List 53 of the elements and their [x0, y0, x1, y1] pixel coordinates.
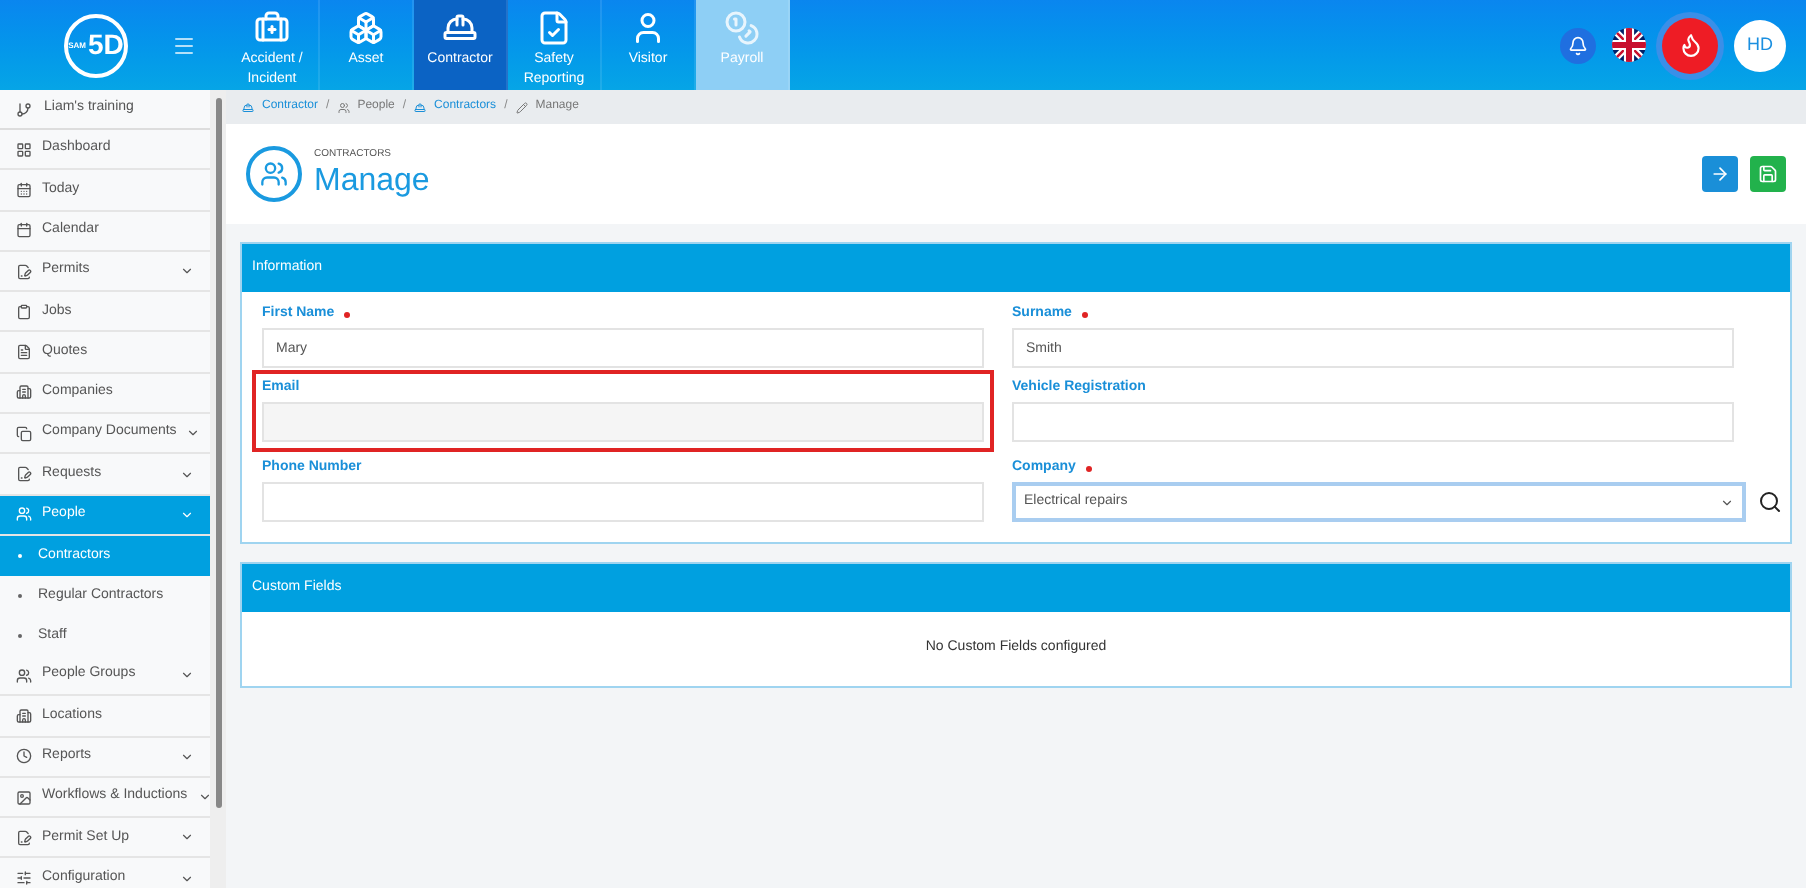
document-icon — [16, 263, 32, 280]
input-field[interactable] — [262, 482, 984, 522]
person-icon — [630, 10, 666, 46]
input-field[interactable] — [1012, 402, 1734, 442]
chevron-icon — [180, 507, 194, 522]
input-field[interactable] — [262, 402, 984, 442]
arrow-icon — [1710, 164, 1730, 184]
bell-icon — [1568, 35, 1588, 55]
document-icon — [16, 829, 32, 846]
document-icon — [536, 10, 572, 46]
sliders-icon — [16, 870, 32, 887]
alert-button[interactable] — [1662, 17, 1718, 73]
calendar-icon — [16, 181, 32, 198]
chevron-icon — [180, 467, 194, 482]
people-icon — [337, 101, 350, 113]
page-title: Manage — [314, 163, 430, 200]
chevron-icon — [180, 749, 194, 764]
building-icon — [16, 707, 32, 724]
picture-icon — [16, 789, 32, 805]
branch-icon — [16, 101, 32, 117]
save-button[interactable] — [1750, 156, 1786, 192]
hard-hat-icon — [442, 10, 478, 46]
boxes-icon — [348, 10, 384, 46]
people-icon — [16, 506, 32, 523]
building-icon — [16, 384, 32, 401]
copy-icon — [16, 425, 32, 442]
people-icon — [246, 146, 302, 202]
menu-icon[interactable] — [172, 33, 196, 57]
chevron-icon — [180, 830, 194, 845]
search-icon[interactable] — [1758, 490, 1782, 514]
chevron-icon — [180, 264, 194, 279]
flame-icon — [1677, 32, 1703, 58]
document-icon — [16, 466, 32, 483]
clock-icon — [16, 748, 32, 765]
notifications-button[interactable] — [1560, 27, 1596, 63]
document-icon — [16, 344, 32, 361]
chevron-icon — [180, 668, 194, 683]
pencil-icon — [515, 101, 528, 113]
clipboard-icon — [16, 303, 32, 320]
hard-hat-icon — [242, 101, 254, 113]
calendar-icon — [16, 222, 32, 239]
grid-icon — [16, 141, 32, 158]
hard-hat-icon — [414, 101, 427, 113]
chevron-icon — [186, 426, 201, 441]
next-button[interactable] — [1702, 156, 1738, 192]
chevron-icon — [1720, 495, 1734, 509]
coins-icon — [724, 10, 760, 46]
people-icon — [16, 667, 32, 684]
chevron-icon — [180, 871, 194, 886]
flag-icon[interactable] — [1612, 28, 1646, 62]
medical-case-icon — [254, 10, 290, 46]
chevron-icon — [197, 790, 210, 804]
save-icon — [1758, 164, 1778, 184]
